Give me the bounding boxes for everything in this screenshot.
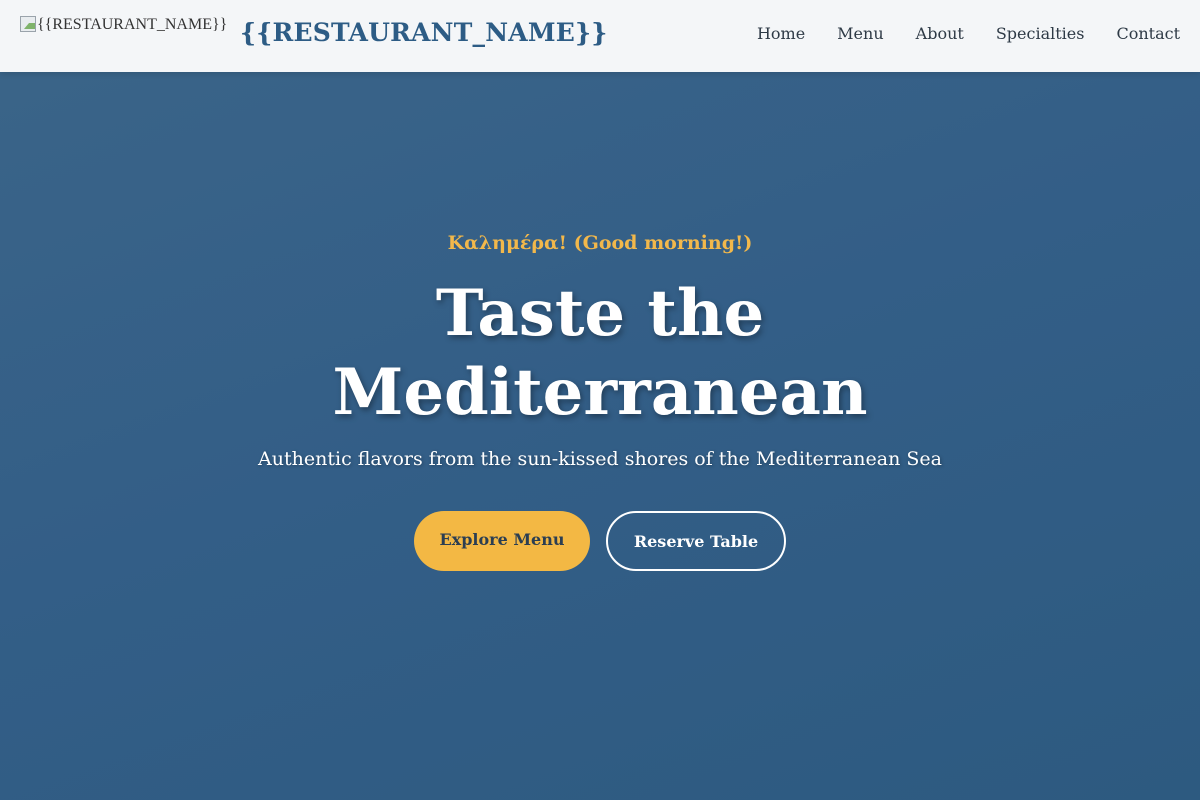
hero-section: Καλημέρα! (Good morning!) Taste the Medi…	[0, 72, 1200, 800]
broken-image-icon	[20, 16, 36, 32]
nav-link-menu[interactable]: Menu	[837, 24, 883, 43]
nav-link-specialties[interactable]: Specialties	[996, 24, 1085, 43]
logo-image[interactable]: {{RESTAURANT_NAME}}	[20, 16, 227, 34]
hero-subtitle: Authentic flavors from the sun-kissed sh…	[258, 448, 942, 470]
nav-link-about[interactable]: About	[916, 24, 964, 43]
brand-name[interactable]: {{RESTAURANT_NAME}}	[240, 18, 608, 47]
site-header: {{RESTAURANT_NAME}} {{RESTAURANT_NAME}} …	[0, 0, 1200, 72]
nav-link-contact[interactable]: Contact	[1116, 24, 1180, 43]
logo-alt-text: {{RESTAURANT_NAME}}	[37, 16, 228, 33]
reserve-table-button[interactable]: Reserve Table	[606, 511, 786, 571]
nav-link-home[interactable]: Home	[757, 24, 805, 43]
hero-greeting: Καλημέρα! (Good morning!)	[447, 232, 753, 254]
hero-headline: Taste the Mediterranean	[332, 276, 868, 430]
explore-menu-button[interactable]: Explore Menu	[414, 511, 590, 571]
